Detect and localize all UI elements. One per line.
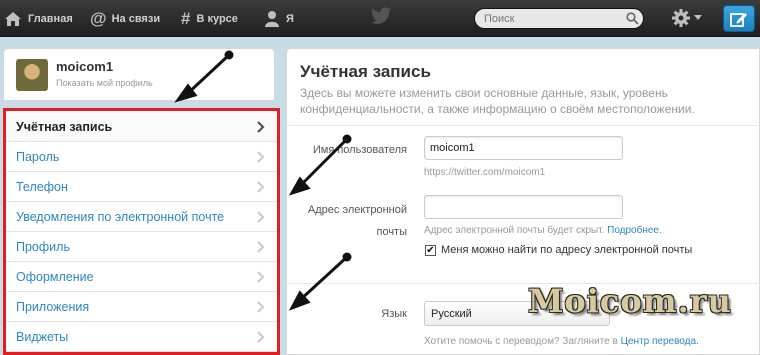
menu-item-widgets[interactable]: Виджеты bbox=[6, 322, 277, 352]
translate-hint-text: Хотите помочь с переводом? Загляните в bbox=[424, 336, 618, 347]
settings-menu[interactable] bbox=[671, 8, 702, 28]
email-label-line2: почты bbox=[376, 226, 407, 238]
email-hint: Адрес электронной почты будет скрыт. Под… bbox=[424, 225, 662, 236]
compose-tweet-button[interactable] bbox=[723, 5, 755, 32]
chevron-right-icon bbox=[257, 181, 265, 193]
menu-item-password[interactable]: Пароль bbox=[6, 142, 277, 172]
menu-item-account[interactable]: Учётная запись bbox=[6, 112, 277, 142]
language-select-value: Русский bbox=[431, 307, 472, 320]
twitter-bird-icon[interactable] bbox=[370, 7, 392, 25]
username-url: https://twitter.com/moicom1 bbox=[424, 167, 546, 178]
nav-me-label: Я bbox=[286, 12, 294, 25]
menu-item-label: Виджеты bbox=[16, 329, 69, 344]
menu-item-label: Телефон bbox=[16, 179, 68, 194]
at-icon: @ bbox=[90, 8, 107, 28]
hash-icon: # bbox=[181, 8, 191, 28]
email-hint-text: Адрес электронной почты будет скрыт. bbox=[424, 225, 605, 236]
profile-name: moicom1 bbox=[56, 59, 114, 74]
email-label: Адрес электронной почты bbox=[297, 199, 407, 243]
chevron-right-icon bbox=[257, 271, 265, 283]
email-field[interactable] bbox=[424, 195, 623, 219]
divider bbox=[287, 125, 760, 126]
moicom-watermark: Moicom.ru bbox=[528, 282, 732, 320]
discover-by-email-checkbox[interactable]: ✔ bbox=[425, 245, 436, 256]
menu-item-label: Учётная запись bbox=[16, 119, 113, 134]
avatar[interactable] bbox=[16, 59, 48, 91]
chevron-right-icon bbox=[257, 301, 265, 313]
page-description: Здесь вы можете изменить свои основные д… bbox=[300, 86, 695, 116]
chevron-right-icon bbox=[257, 151, 265, 163]
menu-item-label: Профиль bbox=[16, 239, 70, 254]
menu-item-design[interactable]: Оформление bbox=[6, 262, 277, 292]
menu-item-profile[interactable]: Профиль bbox=[6, 232, 277, 262]
menu-item-label: Уведомления по электронной почте bbox=[16, 209, 225, 224]
menu-item-phone[interactable]: Телефон bbox=[6, 172, 277, 202]
nav-home[interactable]: Главная bbox=[4, 0, 73, 37]
nav-connect-label: На связи bbox=[111, 12, 161, 25]
nav-home-label: Главная bbox=[28, 12, 73, 25]
discover-by-email-label: Меня можно найти по адресу электронной п… bbox=[441, 244, 693, 256]
menu-item-apps[interactable]: Приложения bbox=[6, 292, 277, 322]
language-label: Язык bbox=[381, 308, 407, 320]
chevron-right-icon bbox=[257, 211, 265, 223]
nav-discover[interactable]: # В курсе bbox=[181, 0, 238, 37]
search-input[interactable] bbox=[474, 8, 644, 29]
username-label: Имя пользователя bbox=[312, 144, 407, 156]
profile-card[interactable]: moicom1 Показать мой профиль bbox=[3, 48, 275, 101]
compose-icon bbox=[730, 12, 747, 27]
page-title: Учётная запись bbox=[300, 62, 431, 81]
top-navigation-bar: Главная @ На связи # В курсе Я bbox=[0, 0, 760, 37]
gear-icon bbox=[672, 9, 690, 27]
home-icon bbox=[5, 11, 21, 26]
menu-item-label: Оформление bbox=[16, 269, 94, 284]
chevron-right-icon bbox=[257, 121, 265, 133]
learn-more-link[interactable]: Подробнее. bbox=[607, 225, 662, 236]
menu-item-email-notifications[interactable]: Уведомления по электронной почте bbox=[6, 202, 277, 232]
chevron-right-icon bbox=[257, 331, 265, 343]
nav-me[interactable]: Я bbox=[264, 0, 294, 37]
nav-discover-label: В курсе bbox=[196, 12, 238, 25]
chevron-down-icon bbox=[694, 15, 702, 20]
username-field[interactable] bbox=[424, 136, 623, 160]
search-icon[interactable] bbox=[626, 12, 639, 25]
menu-item-label: Приложения bbox=[16, 299, 90, 314]
settings-menu-list: Учётная запись Пароль Телефон Уведомлени… bbox=[3, 108, 280, 355]
chevron-right-icon bbox=[257, 241, 265, 253]
translate-hint: Хотите помочь с переводом? Загляните в Ц… bbox=[424, 336, 699, 347]
email-label-line1: Адрес электронной bbox=[307, 204, 407, 216]
show-profile-link[interactable]: Показать мой профиль bbox=[56, 78, 153, 88]
nav-connect[interactable]: @ На связи bbox=[90, 0, 160, 37]
user-icon bbox=[265, 10, 279, 27]
menu-item-label: Пароль bbox=[16, 149, 60, 164]
translation-center-link[interactable]: Центр перевода. bbox=[621, 336, 699, 347]
